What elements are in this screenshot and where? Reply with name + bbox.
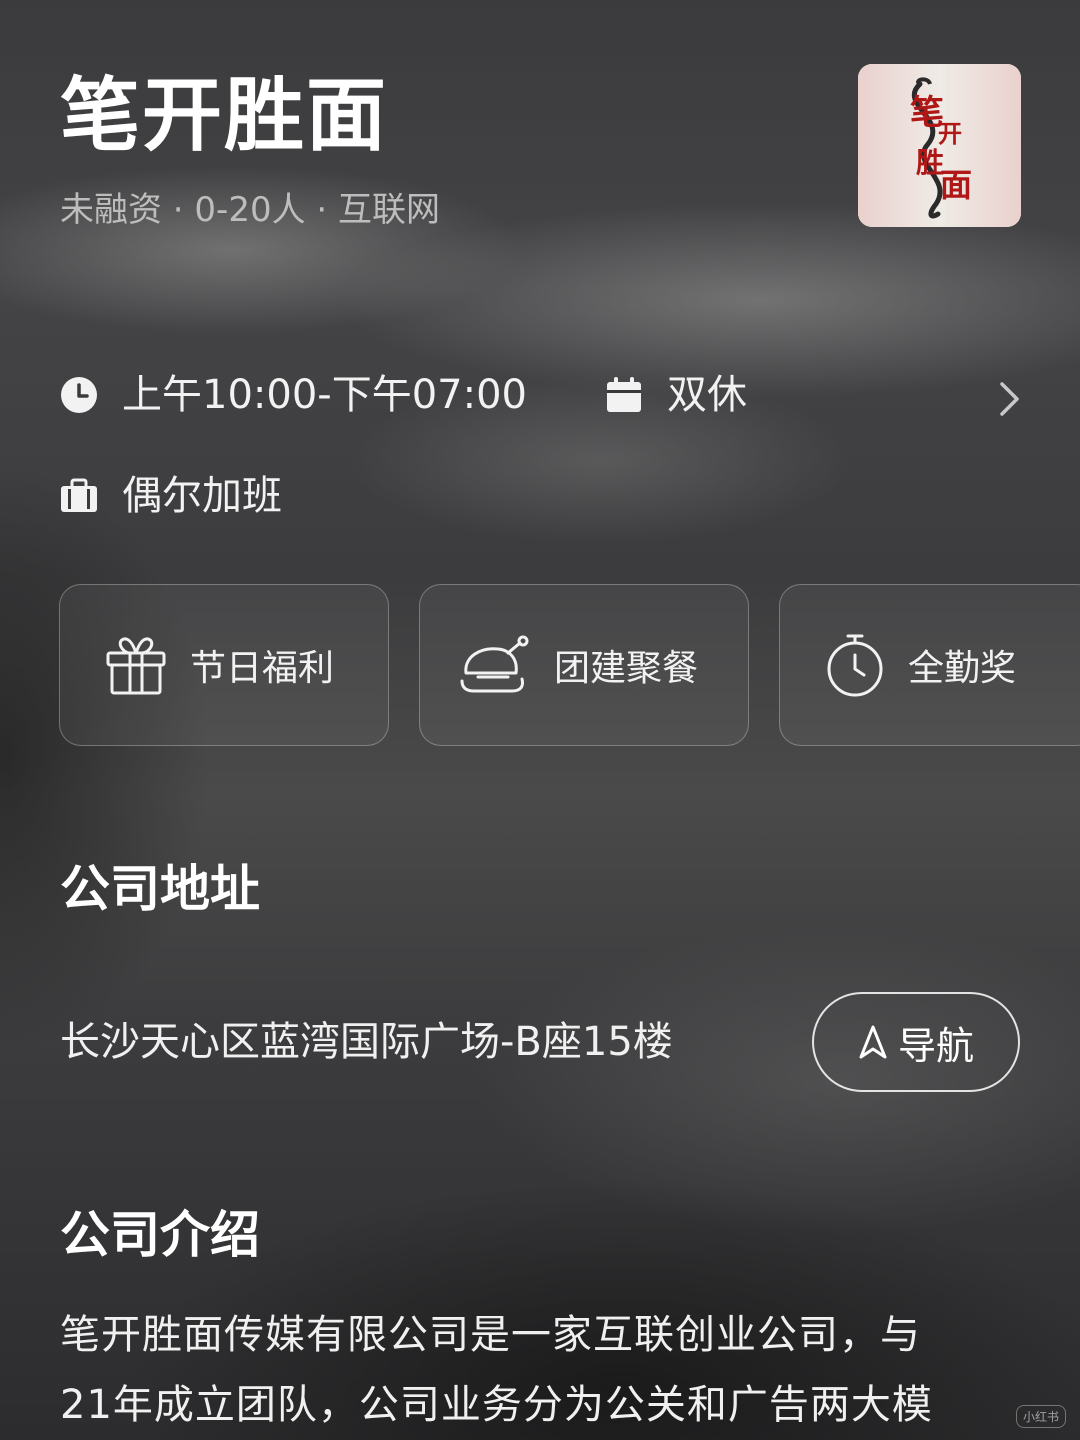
clock-icon <box>60 376 98 414</box>
calendar-icon <box>605 376 643 414</box>
svg-text:开: 开 <box>938 119 962 148</box>
briefcase-icon <box>60 477 98 515</box>
svg-text:面: 面 <box>940 166 972 204</box>
watermark: 小红书 <box>1015 1405 1066 1428</box>
benefit-label: 团建聚餐 <box>554 648 699 689</box>
benefit-card-holiday[interactable]: 节日福利 <box>59 584 389 746</box>
intro-line: 21年成立团队，公司业务分为公关和广告两大模 <box>60 1382 933 1428</box>
company-logo[interactable]: 笔 开 胜 面 <box>858 64 1021 227</box>
overtime-info: 偶尔加班 <box>122 473 282 519</box>
company-logo-image: 笔 开 胜 面 <box>858 64 1021 227</box>
intro-section-title: 公司介绍 <box>60 1206 260 1264</box>
work-hours-row[interactable]: 上午10:00-下午07:00 双休 <box>60 375 747 415</box>
navigation-arrow-icon <box>858 1024 888 1060</box>
benefit-label: 节日福利 <box>190 648 335 689</box>
stopwatch-icon <box>824 633 886 697</box>
gift-icon <box>104 633 168 697</box>
benefit-label: 全勤奖 <box>908 648 1017 689</box>
work-hours: 上午10:00-下午07:00 <box>122 372 527 418</box>
company-intro: 笔开胜面传媒有限公司是一家互联创业公司，与 21年成立团队，公司业务分为公关和广… <box>60 1300 1030 1440</box>
rest-days: 双休 <box>666 372 747 418</box>
company-page: 笔开胜面 未融资 · 0-20人 · 互联网 笔 开 胜 面 上午10:00-下… <box>0 0 1080 1440</box>
overtime-row: 偶尔加班 <box>60 476 282 516</box>
company-meta: 未融资 · 0-20人 · 互联网 <box>60 190 441 230</box>
benefit-card-attendance[interactable]: 全勤奖 <box>779 584 1080 746</box>
chevron-right-icon[interactable] <box>998 380 1022 418</box>
company-address: 长沙天心区蓝湾国际广场-B座15楼 <box>60 1019 673 1065</box>
roast-chicken-icon <box>460 633 532 697</box>
company-name: 笔开胜面 <box>60 69 388 162</box>
navigate-label: 导航 <box>897 1023 974 1068</box>
address-section-title: 公司地址 <box>60 860 260 918</box>
navigate-button[interactable]: 导航 <box>812 992 1020 1092</box>
benefit-card-team-dinner[interactable]: 团建聚餐 <box>419 584 749 746</box>
intro-line: 笔开胜面传媒有限公司是一家互联创业公司，与 <box>60 1312 921 1358</box>
